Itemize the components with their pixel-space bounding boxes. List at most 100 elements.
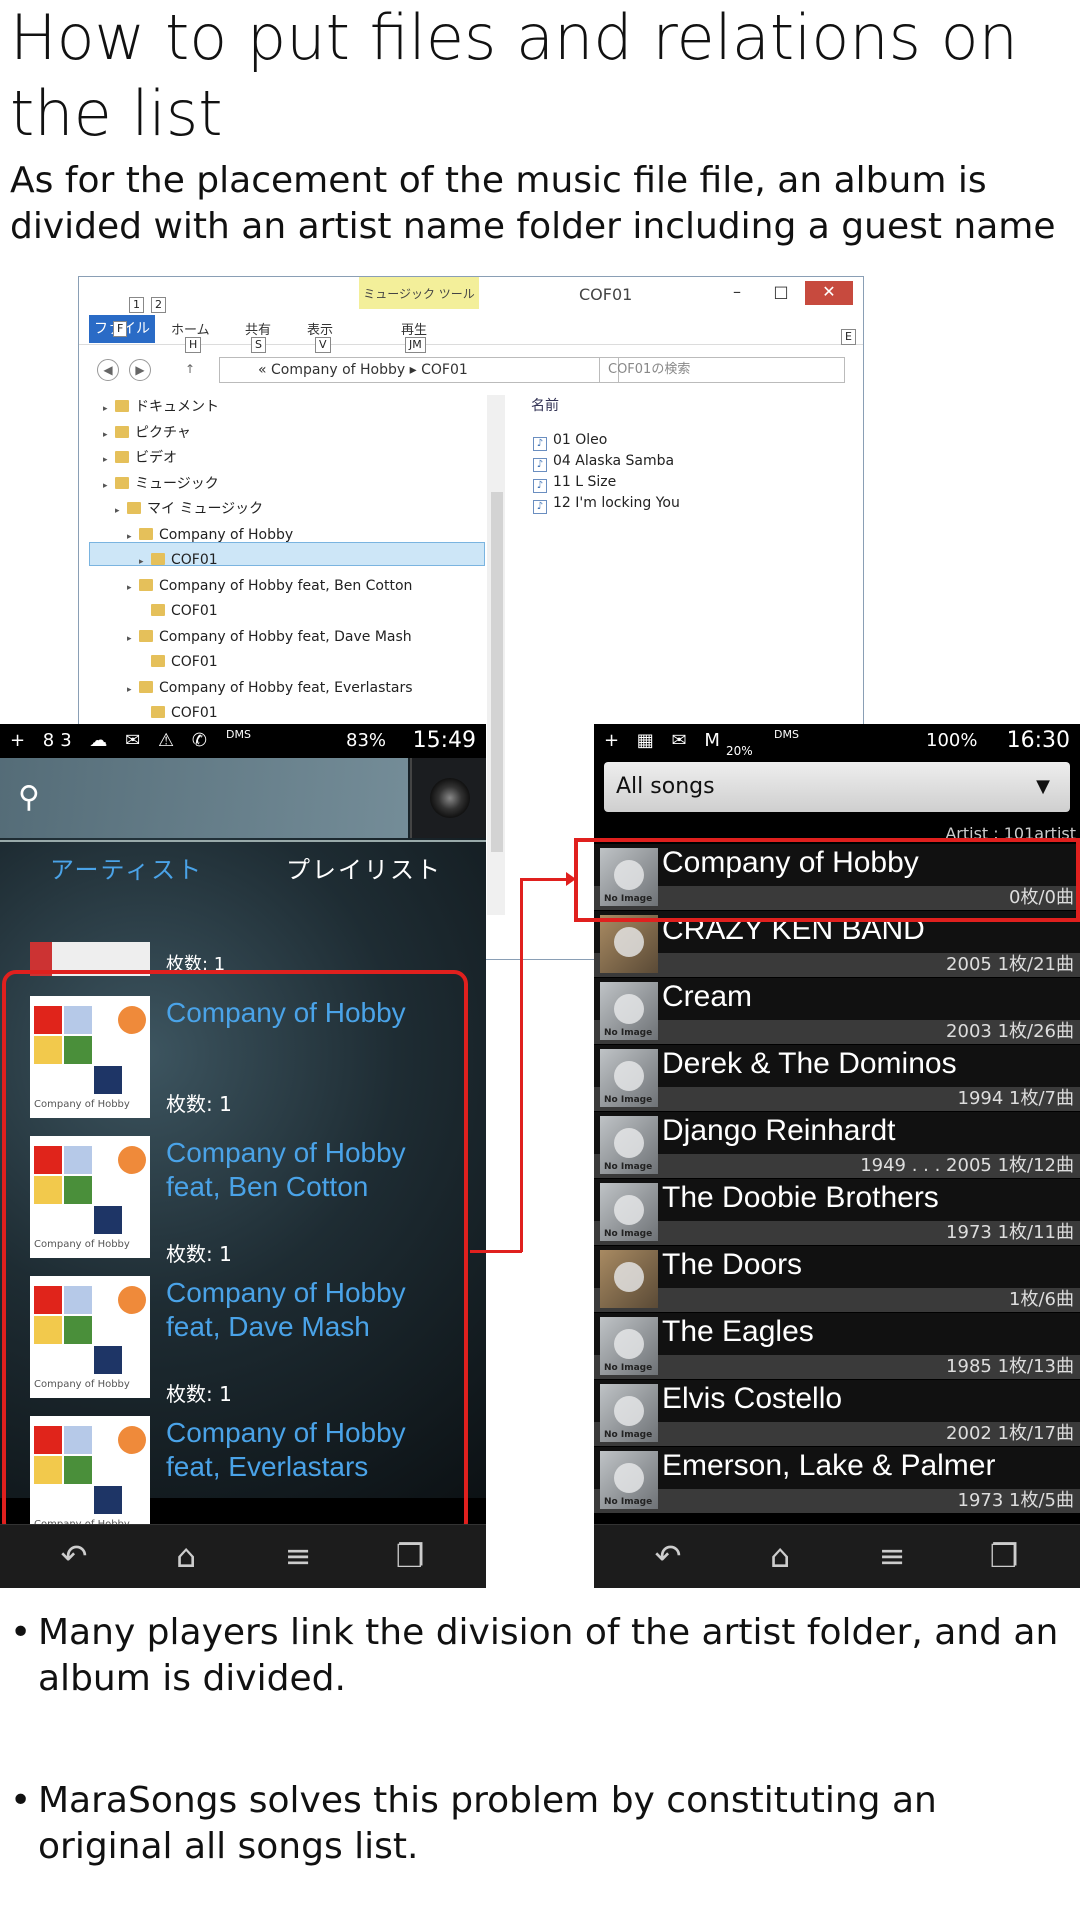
tree-item[interactable]: ▸ ドキュメント	[103, 395, 219, 419]
connector-line	[470, 1250, 522, 1253]
folder-icon	[127, 502, 141, 514]
tree-item[interactable]: COF01	[139, 650, 218, 674]
artist-row[interactable]: No Image Django Reinhardt 1949 . . . 2005 …	[594, 1112, 1080, 1178]
phone-left: + 83 ☁ ✉ ⚠ ✆ DMS 83% 15:49 ⚲ アーティスト プレイリ…	[0, 724, 486, 1588]
file-row[interactable]: ♪ 01 Oleo	[533, 429, 607, 451]
bullet-item: • Many players link the division of the a…	[10, 1612, 1059, 1699]
tree-item[interactable]: ▸ Company of Hobby	[127, 523, 293, 547]
artist-name: Emerson, Lake & Palmer	[662, 1449, 996, 1482]
artist-row[interactable]: No Image Cream 2003 1枚/26曲	[594, 978, 1080, 1044]
tab-artist[interactable]: アーティスト	[50, 850, 203, 885]
dms-label: DMS	[226, 728, 251, 741]
tab-home[interactable]: ホーム	[171, 319, 210, 338]
artist-meta: 1949 . . . 2005 1枚/12曲	[860, 1155, 1074, 1176]
maximize-button[interactable]: □	[763, 281, 799, 305]
tree-item[interactable]: ▸ ピクチャ	[103, 421, 191, 445]
key-hint: 2	[151, 297, 166, 313]
tree-item-label: マイ ミュージック	[147, 501, 264, 517]
speaker-icon[interactable]	[410, 758, 486, 838]
folder-icon	[151, 553, 165, 565]
file-name: 04 Alaska Samba	[553, 453, 675, 469]
search-icon[interactable]: ⚲	[18, 780, 54, 816]
tab-view[interactable]: 表示	[307, 319, 333, 338]
home-icon[interactable]: ⌂	[156, 1537, 216, 1575]
tree-item[interactable]: ▸ Company of Hobby feat, Everlastars	[127, 676, 413, 700]
tab-play[interactable]: 再生	[401, 319, 427, 338]
tree-scrollbar-thumb[interactable]	[491, 492, 503, 852]
artist-name: Derek & The Dominos	[662, 1047, 957, 1080]
artist-row[interactable]: No Image The Doobie Brothers 1973 1枚/11曲	[594, 1179, 1080, 1245]
artist-row[interactable]: No Image The Eagles 1985 1枚/13曲	[594, 1313, 1080, 1379]
artist-name: Elvis Costello	[662, 1382, 843, 1415]
up-icon[interactable]: ↑	[179, 359, 201, 381]
expand-icon[interactable]: ▸	[127, 576, 139, 600]
tree-item[interactable]: ▸ ミュージック	[103, 472, 219, 496]
home-icon[interactable]: ⌂	[750, 1537, 810, 1575]
artist-row[interactable]: No Image Derek & The Dominos 1994 1枚/7曲	[594, 1045, 1080, 1111]
artist-meta: 2002 1枚/17曲	[946, 1423, 1074, 1444]
dms-label: DMS	[774, 728, 799, 741]
artist-row[interactable]: No Image Elvis Costello 2002 1枚/17曲	[594, 1380, 1080, 1446]
expand-icon[interactable]: ▸	[127, 525, 139, 549]
minimize-button[interactable]: –	[719, 281, 755, 305]
expand-icon[interactable]: ▸	[103, 448, 115, 472]
battery-percent: 83%	[346, 730, 387, 751]
status-icons: + ▦ ✉ M	[604, 730, 726, 751]
song-filter-dropdown[interactable]: All songs ▼	[604, 762, 1070, 812]
forward-icon[interactable]: ▶	[129, 359, 151, 381]
tree-item-label: COF01	[171, 705, 218, 721]
expand-icon[interactable]: ▸	[103, 423, 115, 447]
back-icon[interactable]: ◀	[97, 359, 119, 381]
no-image-label: No Image	[604, 1497, 653, 1507]
status-bar: + ▦ ✉ M 20% DMS 100% 16:30	[594, 724, 1080, 758]
artist-meta: 1973 1枚/11曲	[946, 1222, 1074, 1243]
music-tools-label[interactable]: ミュージック ツール	[359, 277, 479, 309]
tree-item[interactable]: COF01	[139, 701, 218, 725]
tree-item[interactable]: ▸ COF01	[139, 548, 218, 572]
tree-item-label: COF01	[171, 654, 218, 670]
folder-icon	[139, 680, 153, 693]
recent-apps-icon[interactable]: ❐	[974, 1537, 1034, 1575]
file-row[interactable]: ♪ 12 I'm locking You	[533, 492, 680, 514]
tree-item[interactable]: ▸ Company of Hobby feat, Ben Cotton	[127, 574, 412, 598]
tab-share[interactable]: 共有	[245, 319, 271, 338]
tab-playlist[interactable]: プレイリスト	[286, 850, 442, 885]
tree-item-label: ピクチャ	[135, 424, 191, 441]
back-icon[interactable]: ↶	[638, 1537, 698, 1575]
expand-icon[interactable]: ▸	[127, 678, 139, 702]
search-input[interactable]: COF01の検索	[599, 357, 845, 383]
no-image-thumbnail: No Image	[600, 1049, 658, 1107]
back-icon[interactable]: ↶	[44, 1537, 104, 1575]
folder-icon	[151, 604, 165, 616]
file-row[interactable]: ♪ 04 Alaska Samba	[533, 450, 674, 472]
music-file-icon: ♪	[533, 479, 547, 493]
expand-icon[interactable]: ▸	[139, 550, 151, 574]
menu-icon[interactable]: ≡	[268, 1537, 328, 1575]
artist-row[interactable]: No Image Emerson, Lake & Palmer 1973 1枚/5曲	[594, 1447, 1080, 1513]
no-image-label: No Image	[604, 1095, 653, 1105]
artist-meta: 1973 1枚/5曲	[957, 1490, 1075, 1511]
folder-icon	[115, 476, 129, 489]
close-button[interactable]: ✕	[805, 281, 853, 305]
file-row[interactable]: ♪ 11 L Size	[533, 471, 616, 493]
nav-bar: ↶ ⌂ ≡ ❐	[0, 1524, 486, 1588]
column-header-name[interactable]: 名前	[531, 395, 559, 415]
menu-icon[interactable]: ≡	[862, 1537, 922, 1575]
tree-item[interactable]: ▸ マイ ミュージック	[115, 497, 263, 521]
tree-item[interactable]: COF01	[139, 599, 218, 623]
artist-row[interactable]: The Doors 1枚/6曲	[594, 1246, 1080, 1312]
key-hint: F	[113, 321, 128, 337]
tree-item[interactable]: ▸ Company of Hobby feat, Dave Mash	[127, 625, 412, 649]
no-image-thumbnail: No Image	[600, 1384, 658, 1442]
status-time: 16:30	[1006, 728, 1070, 753]
address-bar[interactable]: « Company of Hobby ▸ COF01	[219, 357, 619, 383]
expand-icon[interactable]: ▸	[103, 474, 115, 498]
expand-icon[interactable]: ▸	[127, 627, 139, 651]
expand-icon[interactable]: ▸	[103, 397, 115, 421]
no-image-thumbnail: No Image	[600, 1116, 658, 1174]
expand-icon[interactable]: ▸	[115, 499, 127, 523]
tree-item[interactable]: ▸ ビデオ	[103, 446, 177, 470]
artist-name: Cream	[662, 980, 753, 1013]
highlight-box	[2, 970, 468, 1536]
recent-apps-icon[interactable]: ❐	[380, 1537, 440, 1575]
